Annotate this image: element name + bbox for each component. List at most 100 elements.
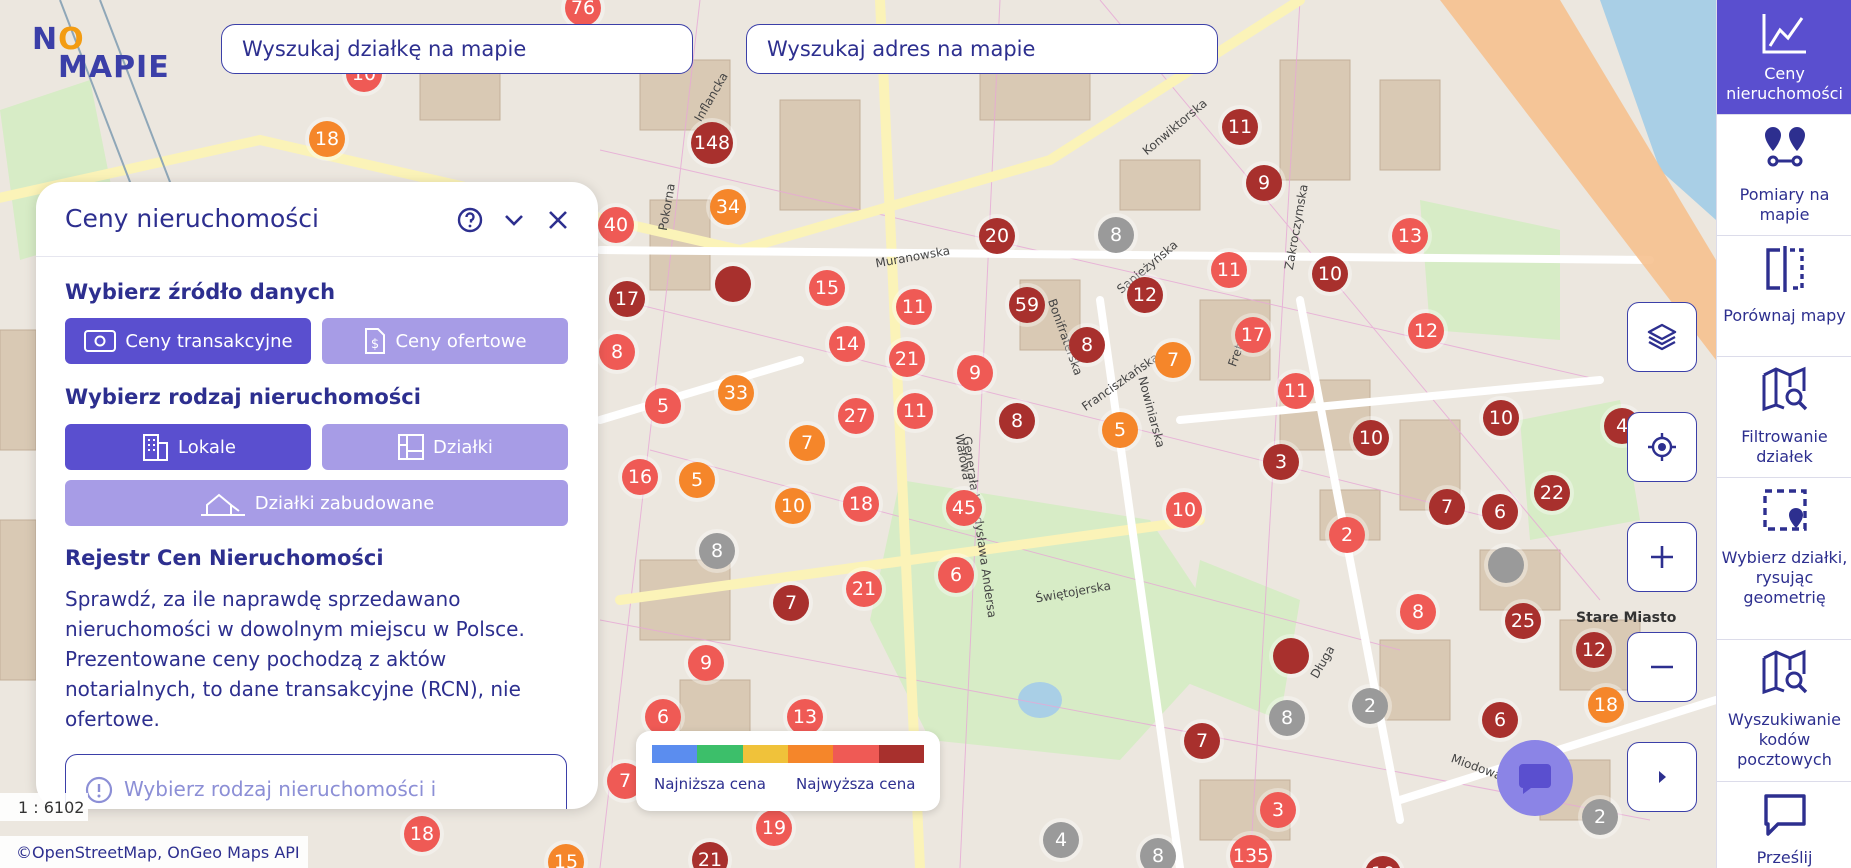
sidebar-item-select-area[interactable]: Wybierz działki, rysując geometrię bbox=[1717, 478, 1851, 640]
price-cluster-marker[interactable]: 17 bbox=[609, 281, 645, 317]
sidebar-item-plot-filtering[interactable]: Filtrowanie działek bbox=[1717, 357, 1851, 478]
chat-button[interactable] bbox=[1497, 740, 1573, 816]
zoom-out-button[interactable] bbox=[1627, 632, 1697, 702]
address-search-input[interactable]: Wyszukaj adres na mapie bbox=[746, 24, 1218, 74]
sidebar-item-compare-maps[interactable]: Porównaj mapy bbox=[1717, 236, 1851, 357]
price-cluster-marker[interactable]: 8 bbox=[699, 533, 735, 569]
price-cluster-marker[interactable]: 7 bbox=[773, 585, 809, 621]
price-cluster-marker[interactable]: 2 bbox=[1329, 517, 1365, 553]
transactional-prices-button[interactable]: Ceny transakcyjne bbox=[65, 318, 311, 364]
price-cluster-marker[interactable]: 6 bbox=[1482, 702, 1518, 738]
price-cluster-marker[interactable]: 11 bbox=[1211, 252, 1247, 288]
price-cluster-marker[interactable]: 4 bbox=[1043, 822, 1079, 858]
price-cluster-marker[interactable]: 11 bbox=[897, 393, 933, 429]
price-cluster-marker[interactable]: 10 bbox=[1353, 420, 1389, 456]
built-plots-button[interactable]: Działki zabudowane bbox=[65, 480, 568, 526]
price-cluster-marker[interactable]: 22 bbox=[1534, 475, 1570, 511]
price-cluster-marker[interactable]: 15 bbox=[809, 270, 845, 306]
price-cluster-marker[interactable]: 21 bbox=[889, 341, 925, 377]
price-cluster-marker[interactable]: 5 bbox=[679, 462, 715, 498]
parcel-search-input[interactable]: Wyszukaj działkę na mapie bbox=[221, 24, 693, 74]
price-cluster-marker[interactable]: 18 bbox=[1588, 687, 1624, 723]
price-cluster-marker[interactable]: 9 bbox=[688, 645, 724, 681]
price-cluster-marker[interactable]: 14 bbox=[829, 326, 865, 362]
sidebar-item-send[interactable]: Prześlij bbox=[1717, 782, 1851, 868]
app-logo[interactable]: NO MAPIE bbox=[32, 25, 170, 83]
price-cluster-marker[interactable] bbox=[1488, 547, 1524, 583]
chevron-down-icon[interactable] bbox=[500, 206, 528, 234]
premises-button[interactable]: Lokale bbox=[65, 424, 311, 470]
price-cluster-marker[interactable]: 21 bbox=[846, 571, 882, 607]
map-street-label: Stare Miasto bbox=[1576, 610, 1677, 626]
price-cluster-marker[interactable]: 8 bbox=[1269, 700, 1305, 736]
price-cluster-marker[interactable]: 10 bbox=[775, 488, 811, 524]
price-cluster-marker[interactable]: 10 bbox=[1483, 400, 1519, 436]
price-cluster-marker[interactable]: 34 bbox=[710, 189, 746, 225]
price-cluster-marker[interactable]: 11 bbox=[1222, 109, 1258, 145]
price-cluster-marker[interactable]: 18 bbox=[404, 816, 440, 852]
sidebar-item-property-prices[interactable]: Ceny nieruchomości bbox=[1717, 0, 1851, 115]
price-cluster-marker[interactable]: 19 bbox=[756, 810, 792, 846]
price-cluster-marker[interactable]: 8 bbox=[599, 334, 635, 370]
price-cluster-marker[interactable]: 7 bbox=[1155, 342, 1191, 378]
locate-button[interactable] bbox=[1627, 412, 1697, 482]
price-cluster-marker[interactable]: 8 bbox=[1140, 838, 1176, 868]
price-cluster-marker[interactable]: 9 bbox=[957, 355, 993, 391]
price-cluster-marker[interactable]: 45 bbox=[946, 490, 982, 526]
close-icon[interactable] bbox=[544, 206, 572, 234]
price-cluster-marker[interactable]: 25 bbox=[1505, 603, 1541, 639]
price-cluster-marker[interactable]: 13 bbox=[787, 699, 823, 735]
price-cluster-marker[interactable]: 20 bbox=[979, 218, 1015, 254]
price-cluster-marker[interactable]: 18 bbox=[843, 486, 879, 522]
price-cluster-marker[interactable]: 8 bbox=[1400, 594, 1436, 630]
price-cluster-marker[interactable]: 6 bbox=[938, 557, 974, 593]
price-cluster-marker[interactable]: 40 bbox=[598, 207, 634, 243]
banknote-icon bbox=[84, 330, 117, 352]
price-cluster-marker[interactable]: 8 bbox=[1069, 327, 1105, 363]
layers-button[interactable] bbox=[1627, 302, 1697, 372]
price-cluster-marker[interactable]: 13 bbox=[1392, 218, 1428, 254]
expand-button[interactable] bbox=[1627, 742, 1697, 812]
price-cluster-marker[interactable]: 6 bbox=[645, 699, 681, 735]
price-cluster-marker[interactable]: 12 bbox=[1408, 313, 1444, 349]
price-legend: Najniższa cena Najwyższa cena bbox=[636, 731, 940, 811]
price-cluster-marker[interactable]: 3 bbox=[1263, 444, 1299, 480]
offer-prices-button[interactable]: $ Ceny ofertowe bbox=[322, 318, 568, 364]
price-cluster-marker[interactable]: 8 bbox=[999, 403, 1035, 439]
price-cluster-marker[interactable]: 11 bbox=[896, 289, 932, 325]
price-cluster-marker[interactable]: 17 bbox=[1235, 317, 1271, 353]
price-cluster-marker[interactable]: 27 bbox=[838, 398, 874, 434]
price-cluster-marker[interactable]: 33 bbox=[718, 375, 754, 411]
price-cluster-marker[interactable]: 148 bbox=[691, 122, 733, 164]
price-cluster-marker[interactable]: 2 bbox=[1582, 799, 1618, 835]
price-cluster-marker[interactable]: 12 bbox=[1576, 632, 1612, 668]
price-cluster-marker[interactable]: 12 bbox=[1127, 277, 1163, 313]
price-cluster-marker[interactable]: 18 bbox=[309, 121, 345, 157]
sidebar-item-postal-codes[interactable]: Wyszukiwanie kodów pocztowych bbox=[1717, 640, 1851, 782]
price-cluster-marker[interactable]: 59 bbox=[1009, 287, 1045, 323]
price-cluster-marker[interactable]: 8 bbox=[1098, 217, 1134, 253]
sidebar-item-measure[interactable]: Pomiary na mapie bbox=[1717, 115, 1851, 236]
price-cluster-marker[interactable]: 11 bbox=[1278, 373, 1314, 409]
price-cluster-marker[interactable]: 10 bbox=[1166, 492, 1202, 528]
map-attribution[interactable]: ©OpenStreetMap, OnGeo Maps API bbox=[0, 836, 308, 868]
premises-label: Lokale bbox=[178, 436, 236, 458]
built-plots-label: Działki zabudowane bbox=[254, 492, 435, 514]
plots-button[interactable]: Działki bbox=[322, 424, 568, 470]
price-cluster-marker[interactable] bbox=[1273, 638, 1309, 674]
price-cluster-marker[interactable]: 7 bbox=[789, 425, 825, 461]
help-icon[interactable] bbox=[456, 206, 484, 234]
price-cluster-marker[interactable]: 2 bbox=[1352, 688, 1388, 724]
price-cluster-marker[interactable]: 3 bbox=[1260, 792, 1296, 828]
price-cluster-marker[interactable]: 7 bbox=[1184, 723, 1220, 759]
price-cluster-marker[interactable]: 9 bbox=[1246, 165, 1282, 201]
price-cluster-marker[interactable]: 6 bbox=[1482, 494, 1518, 530]
price-cluster-marker[interactable] bbox=[715, 266, 751, 302]
price-cluster-marker[interactable]: 7 bbox=[1429, 489, 1465, 525]
parcel-search-placeholder: Wyszukaj działkę na mapie bbox=[242, 37, 527, 61]
price-cluster-marker[interactable]: 5 bbox=[1102, 412, 1138, 448]
price-cluster-marker[interactable]: 16 bbox=[622, 459, 658, 495]
zoom-in-button[interactable] bbox=[1627, 522, 1697, 592]
price-cluster-marker[interactable]: 10 bbox=[1312, 256, 1348, 292]
price-cluster-marker[interactable]: 5 bbox=[645, 388, 681, 424]
